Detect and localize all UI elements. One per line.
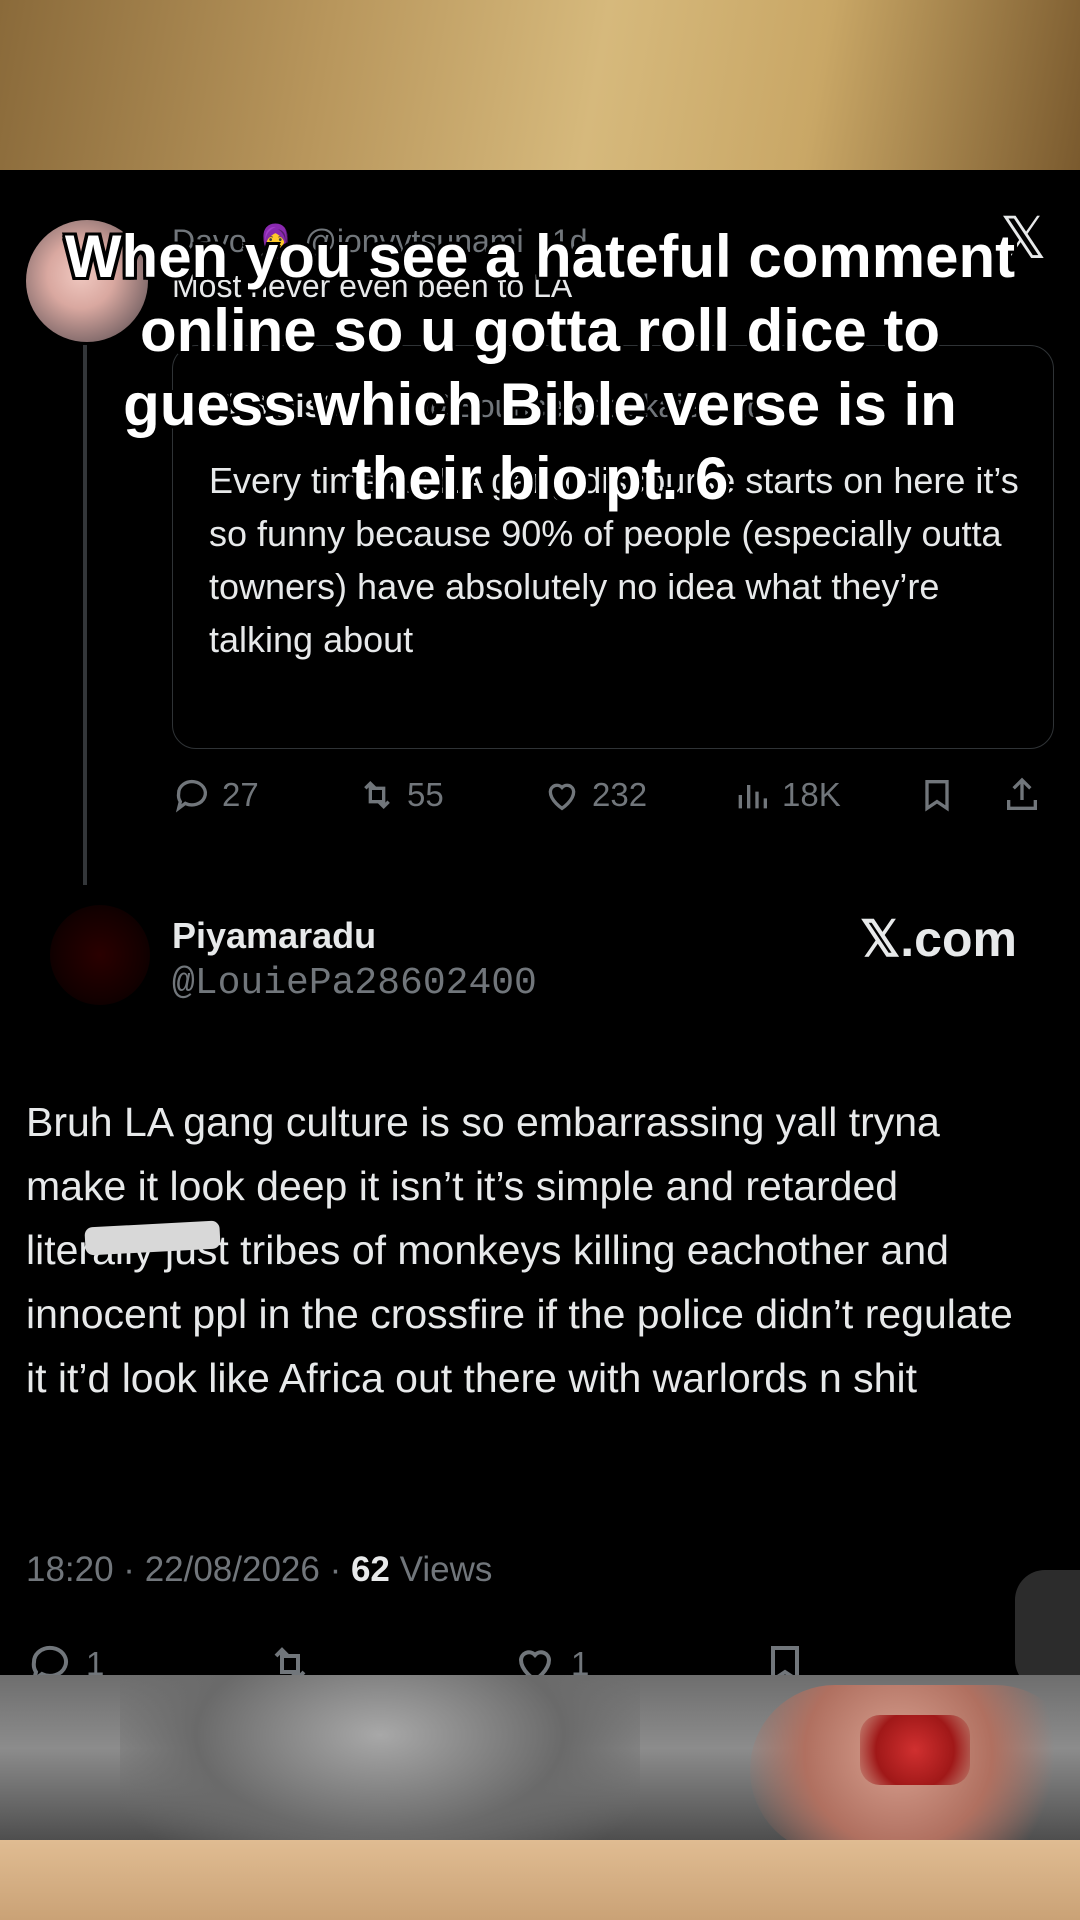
tweet-meta: 18:20 · 22/08/2026 · 62 Views xyxy=(26,1550,492,1590)
reply-avatar[interactable] xyxy=(50,905,150,1005)
wood-table xyxy=(0,1840,1080,1920)
reply-button[interactable]: 27 xyxy=(172,775,259,815)
video-caption-overlay: When you see a hateful comment online so… xyxy=(64,223,1016,512)
reply-author-name: Piyamaradu xyxy=(172,915,377,956)
bookmark-button[interactable] xyxy=(917,775,967,815)
reply-author-handle: @LouiePa28602400 xyxy=(172,962,537,1005)
edge-floating-button[interactable] xyxy=(1015,1570,1080,1690)
share-icon xyxy=(1007,777,1037,810)
heart-icon xyxy=(548,783,576,811)
views-button[interactable]: 18K xyxy=(732,775,841,815)
blurred-dice xyxy=(860,1715,970,1785)
repost-icon xyxy=(364,780,390,810)
bookmark-icon xyxy=(925,780,949,812)
video-background-top xyxy=(0,0,1080,170)
repost-button[interactable]: 55 xyxy=(357,775,444,815)
views-icon xyxy=(738,785,767,809)
xcom-watermark: 𝕏.com xyxy=(860,911,1017,967)
tweet-views-count: 62 xyxy=(350,1550,390,1589)
parent-tweet-actions: 27 55 232 18K xyxy=(172,775,1052,825)
reply-icon xyxy=(175,779,207,813)
share-button[interactable] xyxy=(1002,775,1052,815)
like-button[interactable]: 232 xyxy=(542,775,647,815)
video-background-bottom xyxy=(0,1675,1080,1920)
tweet-timestamp: 18:20 · 22/08/2026 · xyxy=(26,1550,351,1589)
tweet-views-label: Views xyxy=(389,1550,493,1589)
reply-tweet-actions: 1 1 xyxy=(26,1640,1026,1685)
